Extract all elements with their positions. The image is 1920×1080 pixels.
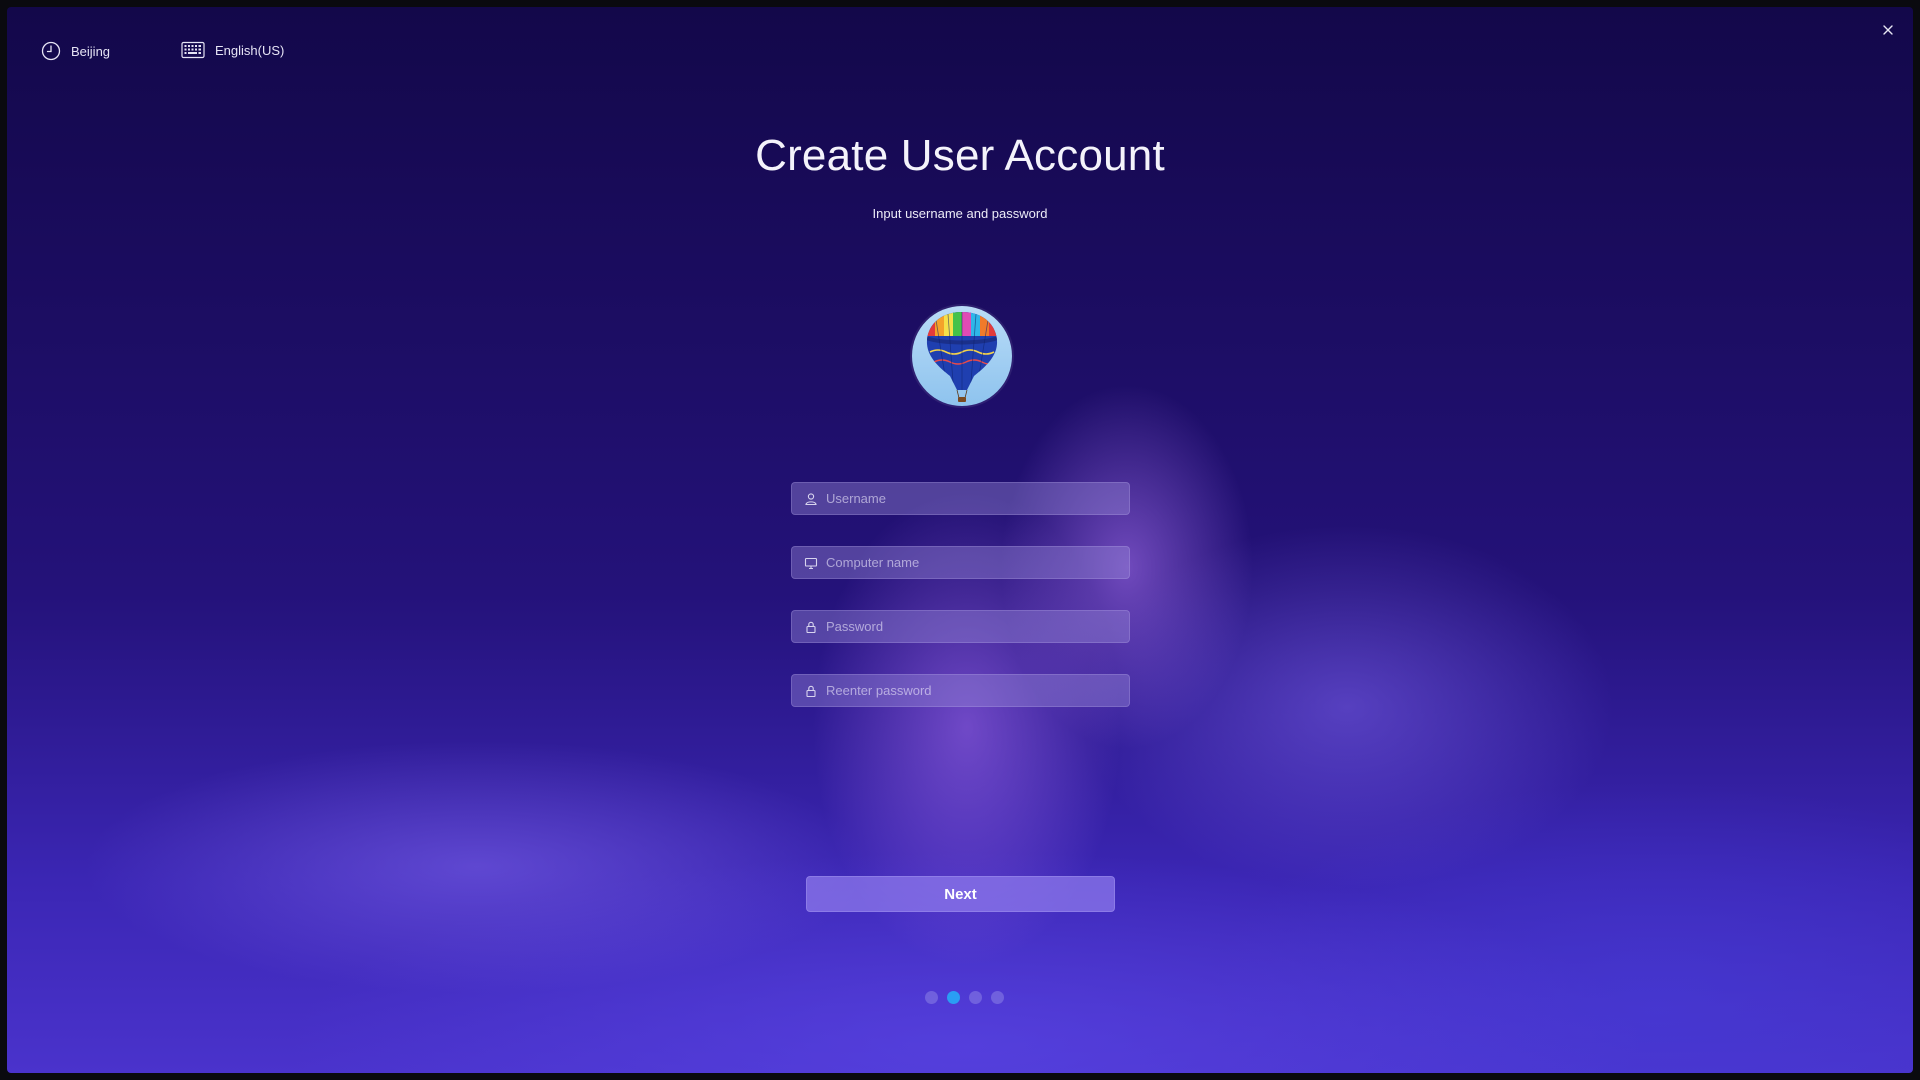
keyboard-layout-label: English(US) [215, 42, 285, 58]
hot-air-balloon-avatar [912, 306, 1012, 406]
lock-icon [804, 620, 818, 634]
timezone-label: Beijing [71, 43, 111, 59]
username-input[interactable] [826, 483, 1129, 514]
installer-window: Beijing English(US) Create User Account … [7, 7, 1913, 1073]
step-dot-1 [925, 991, 938, 1004]
clock-icon [41, 41, 61, 61]
step-indicator [925, 991, 1004, 1004]
step-dot-4 [991, 991, 1004, 1004]
password-input[interactable] [826, 611, 1129, 642]
keyboard-icon [181, 41, 205, 59]
username-field[interactable] [791, 482, 1130, 515]
password-field[interactable] [791, 610, 1130, 643]
monitor-icon [804, 556, 818, 570]
avatar[interactable] [912, 306, 1012, 406]
reenter-password-field[interactable] [791, 674, 1130, 707]
step-dot-2-active [947, 991, 960, 1004]
reenter-password-input[interactable] [826, 675, 1129, 706]
user-icon [804, 492, 818, 506]
computer-name-field[interactable] [791, 546, 1130, 579]
close-icon[interactable] [1881, 23, 1895, 37]
page-subtitle: Input username and password [872, 206, 1048, 221]
timezone-selector[interactable]: Beijing [41, 41, 110, 61]
page-title: Create User Account [755, 131, 1165, 180]
computer-name-input[interactable] [826, 547, 1129, 578]
keyboard-layout-selector[interactable]: English(US) [181, 41, 284, 59]
next-button[interactable]: Next [806, 876, 1115, 912]
lock-icon [804, 684, 818, 698]
step-dot-3 [969, 991, 982, 1004]
